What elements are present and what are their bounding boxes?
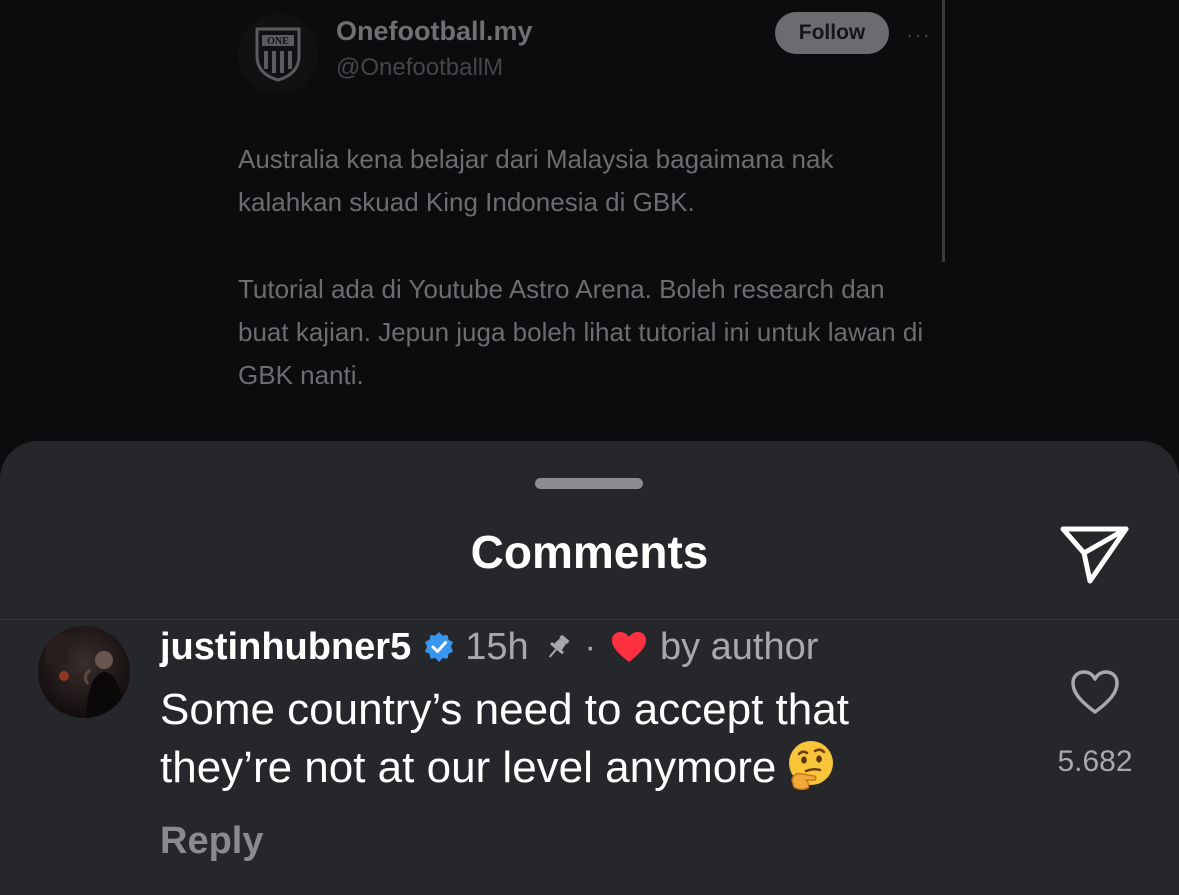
- pin-icon: [548, 635, 569, 658]
- like-outline-icon[interactable]: [1069, 668, 1121, 716]
- comment-timestamp: 15h: [465, 625, 529, 668]
- liked-by-author-label: by author: [659, 625, 819, 668]
- thinking-face-emoji: [789, 741, 834, 791]
- comments-sheet: Comments justinhubner5 15h · by author S…: [0, 441, 1179, 895]
- comment-text: Some country’s need to accept that they’…: [160, 685, 849, 792]
- tweet-paragraph-1: Australia kena belajar dari Malaysia bag…: [238, 144, 834, 217]
- follow-button[interactable]: Follow: [775, 12, 889, 54]
- avatar-photo: [38, 626, 130, 718]
- tweet-author-avatar[interactable]: ONE: [238, 14, 318, 94]
- like-count: 5.682: [1057, 745, 1133, 778]
- sheet-divider: [0, 619, 1179, 620]
- verified-icon: [425, 632, 454, 662]
- commenter-avatar[interactable]: [38, 626, 130, 718]
- share-icon[interactable]: [1058, 523, 1132, 587]
- comment-username[interactable]: justinhubner5: [160, 626, 411, 669]
- tweet-author-handle[interactable]: @OnefootballM: [336, 54, 503, 82]
- sheet-title: Comments: [470, 526, 709, 578]
- separator-dot: ·: [584, 627, 596, 666]
- reply-button[interactable]: Reply: [160, 820, 263, 863]
- onefootball-logo-icon: ONE: [255, 27, 301, 82]
- screen: ONE Onefootball.my @OnefootballM Follow …: [0, 0, 1179, 895]
- comment-body: Some country’s need to accept that they’…: [160, 681, 980, 796]
- more-icon[interactable]: ···: [906, 22, 931, 48]
- embedded-tweet: ONE Onefootball.my @OnefootballM Follow …: [0, 0, 1179, 470]
- tweet-divider: [942, 0, 945, 262]
- svg-text:ONE: ONE: [267, 36, 289, 47]
- heart-icon: [611, 632, 646, 662]
- tweet-paragraph-2: Tutorial ada di Youtube Astro Arena. Bol…: [238, 274, 924, 390]
- tweet-author-name[interactable]: Onefootball.my: [336, 16, 533, 47]
- sheet-grabber[interactable]: [535, 478, 643, 489]
- comment-header: justinhubner5 15h · by author: [160, 625, 818, 669]
